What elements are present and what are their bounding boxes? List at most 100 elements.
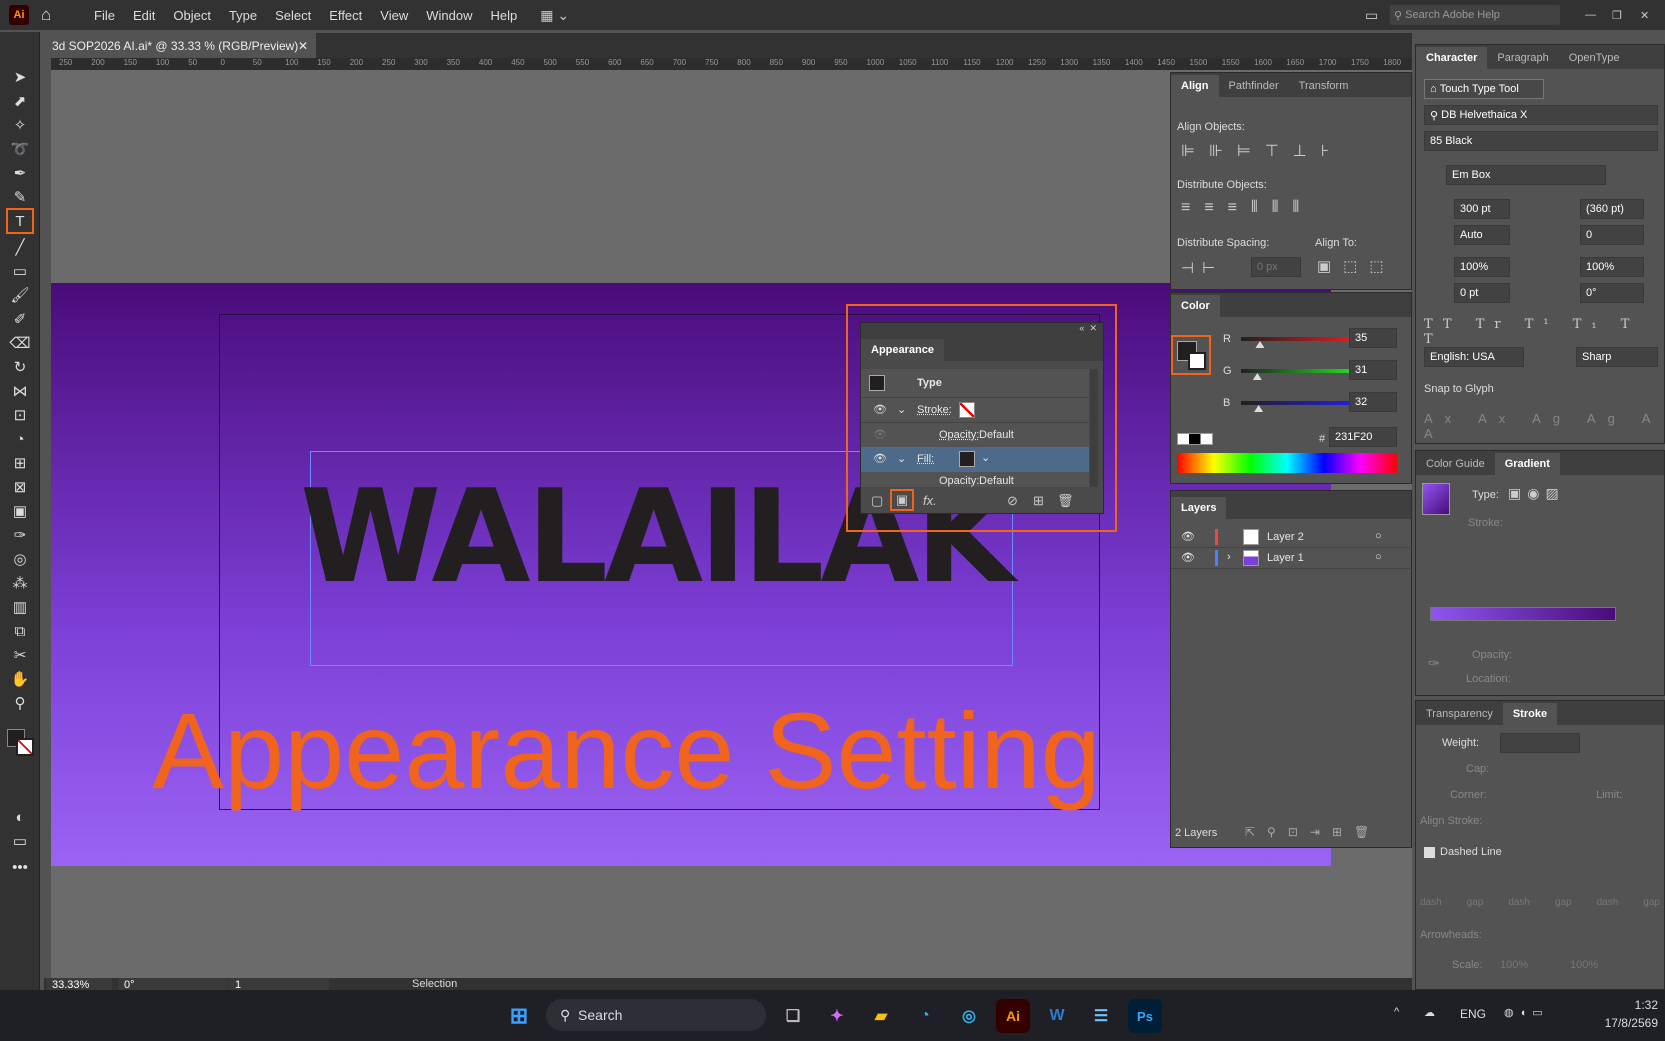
language-indicator[interactable]: ENG	[1460, 1007, 1486, 1021]
menu-edit[interactable]: Edit	[124, 8, 164, 23]
color-spectrum[interactable]	[1177, 453, 1397, 473]
appearance-scrollbar[interactable]	[1090, 369, 1098, 487]
b-field[interactable]: 32	[1349, 392, 1397, 412]
eyedropper-icon[interactable]: ✑	[6, 524, 34, 546]
artboard-tool-icon[interactable]: ⧉	[6, 620, 34, 642]
rectangle-tool-icon[interactable]: ▭	[6, 260, 34, 282]
chevron-down-icon[interactable]: ⌄	[897, 452, 906, 465]
eraser-icon[interactable]: ⌫	[6, 332, 34, 354]
target-icon[interactable]: ○	[1375, 530, 1382, 542]
layer-row[interactable]: 👁 › Layer 1 ○	[1171, 548, 1413, 569]
edge-icon[interactable]: ◔	[908, 999, 942, 1033]
shape-builder-icon[interactable]: ◔	[6, 428, 34, 450]
menu-view[interactable]: View	[371, 8, 417, 23]
perspective-grid-icon[interactable]: ⊞	[6, 452, 34, 474]
stroke-label[interactable]: Stroke:	[917, 404, 952, 416]
workspace-switcher-icon[interactable]: ▦ ⌄	[540, 7, 569, 24]
menu-effect[interactable]: Effect	[320, 8, 371, 23]
kerning-field[interactable]: Auto	[1454, 225, 1510, 245]
gradient-type-buttons[interactable]: ▣◉▨	[1508, 485, 1565, 502]
photoshop-icon[interactable]: Ps	[1128, 999, 1162, 1033]
tab-pathfinder[interactable]: Pathfinder	[1219, 75, 1289, 97]
tab-stroke[interactable]: Stroke	[1502, 703, 1558, 725]
target-icon[interactable]: ○	[1375, 551, 1382, 563]
eye-icon[interactable]: 👁	[1181, 530, 1195, 543]
gradient-slider[interactable]	[1430, 607, 1616, 621]
tab-color[interactable]: Color	[1171, 295, 1220, 317]
pen-tool-icon[interactable]: ✒	[6, 162, 34, 184]
align-objects-buttons[interactable]: ⊫⊪⊨⊤⊥⊦	[1181, 141, 1403, 161]
char-rotation-field[interactable]: 0°	[1580, 283, 1644, 303]
network-volume-battery-icons[interactable]: ◍◖▭	[1504, 1006, 1549, 1019]
font-family-select[interactable]: ⚲ DB Helvethaica X	[1424, 105, 1658, 125]
paintbrush-icon[interactable]: 🖌	[6, 284, 34, 306]
color-stroke-swatch[interactable]	[1188, 352, 1206, 370]
align-to-buttons[interactable]: ▣⬚⬚	[1317, 257, 1396, 275]
eyedropper-icon[interactable]: ✑	[1428, 655, 1440, 672]
magic-wand-icon[interactable]: ✧	[6, 114, 34, 136]
trash-icon[interactable]: 🗑	[1057, 493, 1074, 509]
add-fill-icon[interactable]: ▣	[890, 489, 914, 511]
search-help-field[interactable]: ⚲ Search Adobe Help	[1390, 5, 1560, 25]
illustrator-taskbar-icon[interactable]: Ai	[996, 999, 1030, 1033]
g-slider-handle[interactable]	[1252, 373, 1262, 380]
task-view-icon[interactable]: ❏	[776, 999, 810, 1033]
tab-color-guide[interactable]: Color Guide	[1416, 453, 1495, 475]
tab-gradient[interactable]: Gradient	[1494, 453, 1560, 475]
menu-type[interactable]: Type	[220, 8, 266, 23]
vertical-scale-field[interactable]: 100%	[1454, 257, 1510, 277]
font-style-select[interactable]: 85 Black	[1424, 131, 1658, 151]
eye-icon[interactable]: 👁	[873, 428, 887, 441]
tab-appearance[interactable]: Appearance	[861, 339, 944, 361]
document-tab[interactable]: 3d SOP2026 AI.ai* @ 33.33 % (RGB/Preview…	[44, 33, 316, 58]
screen-mode-icon[interactable]: ▭	[6, 830, 34, 852]
font-size-field[interactable]: 300 pt	[1454, 199, 1510, 219]
chevron-down-icon[interactable]: ⌄	[981, 451, 990, 464]
eye-icon[interactable]: 👁	[873, 452, 887, 465]
rotate-tool-icon[interactable]: ↻	[6, 356, 34, 378]
tray-chevron-icon[interactable]: ^	[1394, 1006, 1399, 1018]
layer-row[interactable]: 👁 Layer 2 ○	[1171, 527, 1413, 548]
symbol-sprayer-icon[interactable]: ⁂	[6, 572, 34, 594]
tab-layers[interactable]: Layers	[1171, 497, 1227, 519]
em-box-select[interactable]: Em Box	[1446, 165, 1606, 185]
taskbar-search[interactable]: ⚲ Search	[546, 999, 766, 1031]
type-style-buttons[interactable]: TT Tr T¹ T₁ T T	[1424, 317, 1664, 347]
home-icon[interactable]: ⌂	[41, 5, 63, 25]
tab-transform[interactable]: Transform	[1289, 75, 1359, 97]
opacity-label[interactable]: Opacity:	[939, 429, 979, 441]
hex-field[interactable]: 231F20	[1329, 427, 1397, 447]
close-window-button[interactable]: ✕	[1640, 9, 1649, 22]
tab-transparency[interactable]: Transparency	[1416, 703, 1503, 725]
menu-help[interactable]: Help	[481, 8, 526, 23]
gradient-tool-icon[interactable]: ▣	[6, 500, 34, 522]
r-field[interactable]: 35	[1349, 328, 1397, 348]
leading-field[interactable]: (360 pt)	[1580, 199, 1644, 219]
fill-opacity-row[interactable]: Opacity: Default	[861, 472, 1089, 487]
fill-label[interactable]: Fill:	[917, 453, 934, 465]
slice-tool-icon[interactable]: ✂	[6, 644, 34, 666]
collapse-icon[interactable]: «	[1079, 323, 1084, 333]
clock-date[interactable]: 17/8/2569	[1588, 1016, 1658, 1030]
chevron-down-icon[interactable]: ⌄	[897, 403, 906, 416]
blend-tool-icon[interactable]: ◎	[6, 548, 34, 570]
horizontal-scale-field[interactable]: 100%	[1580, 257, 1644, 277]
file-explorer-icon[interactable]: ▰	[864, 999, 898, 1033]
antialias-select[interactable]: Sharp	[1576, 347, 1658, 367]
g-field[interactable]: 31	[1349, 360, 1397, 380]
menu-object[interactable]: Object	[164, 8, 220, 23]
type-tool-icon[interactable]: T	[6, 208, 34, 234]
lasso-icon[interactable]: ➰	[6, 138, 34, 160]
layer-name[interactable]: Layer 1	[1267, 552, 1304, 564]
baseline-field[interactable]: 0 pt	[1454, 283, 1510, 303]
opacity-label[interactable]: Opacity:	[939, 475, 979, 487]
close-tab-icon[interactable]: ✕	[298, 39, 308, 53]
dashed-line-checkbox[interactable]	[1424, 847, 1435, 858]
weather-icon[interactable]: ☁	[1424, 1006, 1435, 1019]
zoom-tool-icon[interactable]: ⚲	[6, 692, 34, 714]
menu-file[interactable]: File	[85, 8, 124, 23]
shaper-tool-icon[interactable]: ✐	[6, 308, 34, 330]
copilot-icon[interactable]: ✦	[820, 999, 854, 1033]
tab-character[interactable]: Character	[1416, 47, 1488, 69]
gradient-preview[interactable]	[1422, 483, 1450, 515]
